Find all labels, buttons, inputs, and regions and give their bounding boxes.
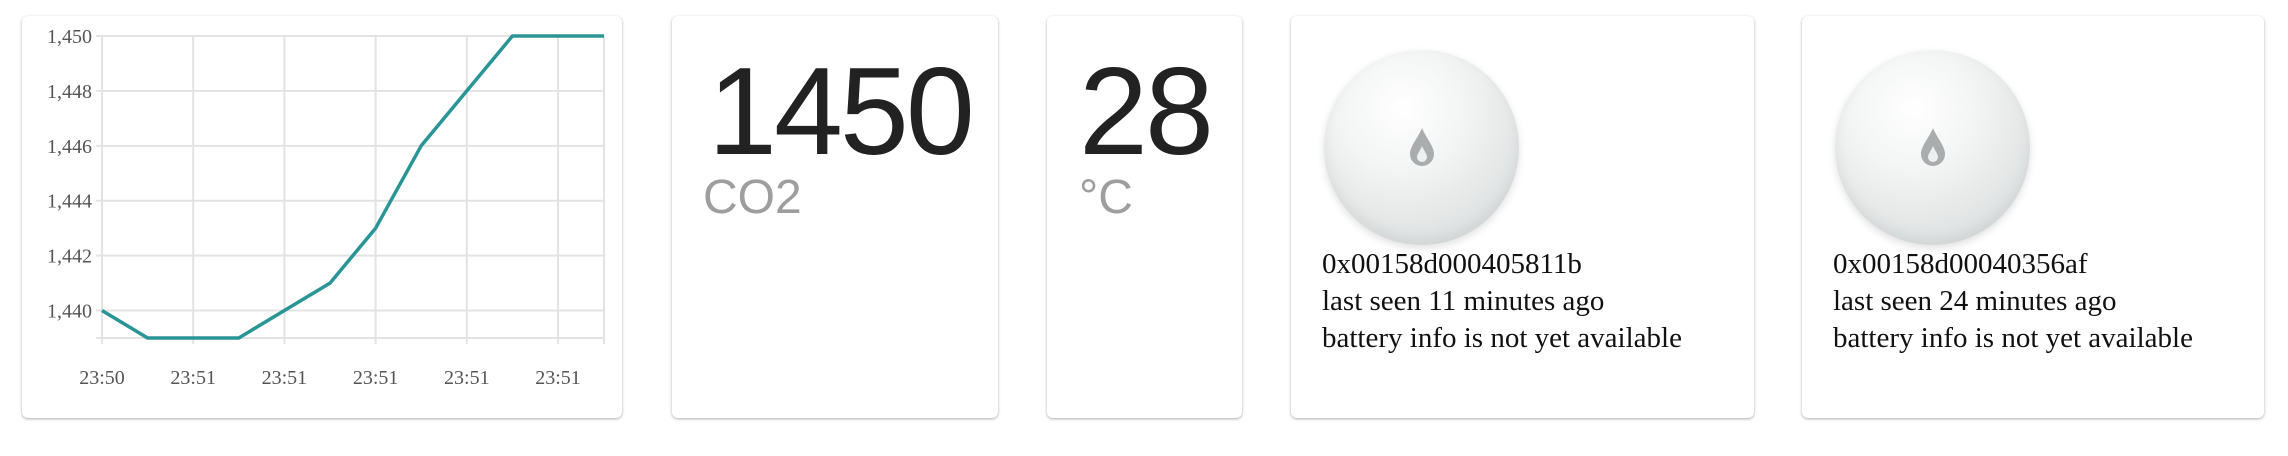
sensor-last-seen: last seen 24 minutes ago xyxy=(1833,285,2117,317)
x-tick-label: 23:50 xyxy=(79,367,125,389)
y-tick-label: 1,444 xyxy=(47,191,92,213)
x-tick-label: 23:51 xyxy=(353,367,399,389)
sensor-info: 0x00158d00040356af last seen 24 minutes … xyxy=(1833,246,2193,357)
co2-unit-label: CO2 xyxy=(703,171,802,224)
water-leak-sensor-image xyxy=(1324,50,1519,245)
co2-history-chart: 1,440 1,442 1,444 1,446 1,448 1,450 23:50 23:51… xyxy=(47,26,605,389)
x-tick-label: 23:51 xyxy=(444,367,490,389)
y-tick-label: 1,446 xyxy=(47,136,92,158)
co2-tile[interactable]: 1450 CO2 xyxy=(672,16,998,418)
y-tick-label: 1,442 xyxy=(47,246,92,268)
sensor-last-seen: last seen 11 minutes ago xyxy=(1322,285,1605,317)
temperature-unit-label: °C xyxy=(1079,171,1133,224)
water-drop-icon xyxy=(1921,128,1945,166)
temperature-value: 28 xyxy=(1079,43,1214,181)
x-tick-label: 23:51 xyxy=(170,367,216,389)
water-leak-sensor-image xyxy=(1835,50,2030,245)
sensor-info: 0x00158d000405811b last seen 11 minutes … xyxy=(1322,246,1682,357)
co2-history-chart-card: 1,440 1,442 1,444 1,446 1,448 1,450 23:50 23:51… xyxy=(22,16,622,418)
sensor-battery-status: battery info is not yet available xyxy=(1833,322,2193,354)
water-sensor-card[interactable]: 0x00158d000405811b last seen 11 minutes … xyxy=(1291,16,1754,418)
water-drop-icon xyxy=(1410,128,1434,166)
co2-value: 1450 xyxy=(708,43,975,181)
y-tick-label: 1,448 xyxy=(47,81,92,103)
y-tick-label: 1,440 xyxy=(47,301,92,323)
temperature-tile[interactable]: 28 °C xyxy=(1047,16,1242,418)
sensor-battery-status: battery info is not yet available xyxy=(1322,322,1682,354)
x-tick-label: 23:51 xyxy=(262,367,308,389)
co2-series-line xyxy=(101,34,604,340)
sensor-id: 0x00158d000405811b xyxy=(1322,248,1582,280)
sensor-id: 0x00158d00040356af xyxy=(1833,248,2088,280)
x-tick-label: 23:51 xyxy=(535,367,581,389)
water-sensor-card[interactable]: 0x00158d00040356af last seen 24 minutes … xyxy=(1802,16,2264,418)
y-tick-label: 1,450 xyxy=(47,26,92,48)
